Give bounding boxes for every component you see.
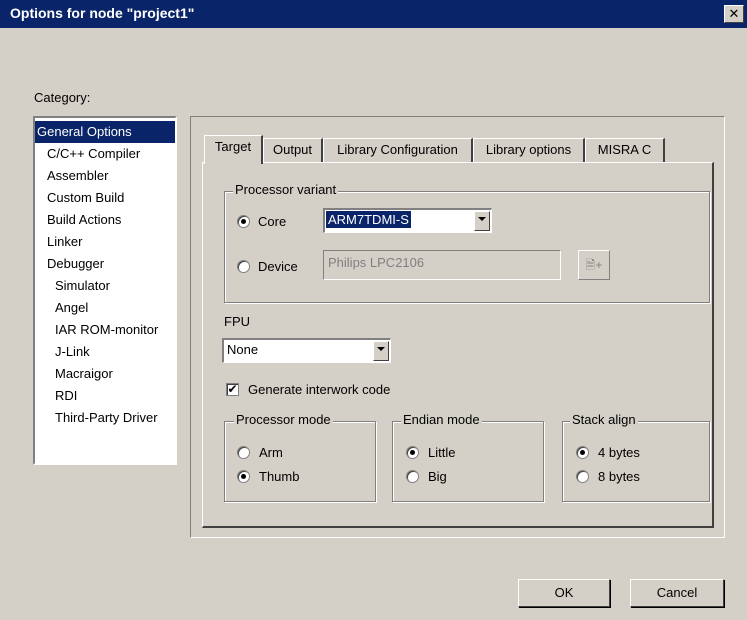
- category-item-linker[interactable]: Linker: [35, 231, 175, 253]
- interwork-label: Generate interwork code: [248, 382, 391, 397]
- processor-variant-legend: Processor variant: [233, 182, 339, 197]
- category-item-debugger[interactable]: Debugger: [35, 253, 175, 275]
- 4-bytes-radio[interactable]: [576, 446, 589, 459]
- thumb-label: Thumb: [259, 469, 300, 484]
- core-select[interactable]: ARM7TDMI-S: [323, 208, 492, 233]
- big-radio[interactable]: [406, 470, 419, 483]
- endian-mode-group: [392, 421, 544, 502]
- device-radio[interactable]: [237, 260, 250, 273]
- thumb-radio[interactable]: [237, 470, 250, 483]
- category-item-c-compiler[interactable]: C/C++ Compiler: [35, 143, 175, 165]
- category-item-rdi[interactable]: RDI: [35, 385, 175, 407]
- cancel-button[interactable]: Cancel: [630, 579, 724, 607]
- category-item-custom-build[interactable]: Custom Build: [35, 187, 175, 209]
- big-label: Big: [428, 469, 447, 484]
- tab-target[interactable]: Target: [204, 135, 263, 164]
- tab-library-configuration[interactable]: Library Configuration: [323, 138, 473, 162]
- chevron-down-icon[interactable]: [373, 341, 389, 361]
- core-radio[interactable]: [237, 215, 250, 228]
- category-item-j-link[interactable]: J-Link: [35, 341, 175, 363]
- fpu-select[interactable]: None: [222, 338, 391, 363]
- tab-output[interactable]: Output: [263, 138, 323, 162]
- fpu-label: FPU: [224, 314, 250, 329]
- close-button[interactable]: ✕: [724, 5, 744, 23]
- little-label: Little: [428, 445, 456, 460]
- arm-radio[interactable]: [237, 446, 250, 459]
- device-field: Philips LPC2106: [323, 250, 561, 280]
- category-item-macraigor[interactable]: Macraigor: [35, 363, 175, 385]
- processor-mode-legend: Processor mode: [234, 412, 333, 427]
- core-select-value: ARM7TDMI-S: [326, 211, 411, 228]
- stack-align-group: [562, 421, 710, 502]
- stack-align-legend: Stack align: [570, 412, 638, 427]
- category-item-iar-rom-monitor[interactable]: IAR ROM-monitor: [35, 319, 175, 341]
- 4-bytes-label: 4 bytes: [598, 445, 640, 460]
- device-select-button: 🗎+: [578, 250, 610, 280]
- device-label: Device: [258, 259, 298, 274]
- category-item-third-party-driver[interactable]: Third-Party Driver: [35, 407, 175, 429]
- category-label: Category:: [34, 90, 91, 105]
- category-item-assembler[interactable]: Assembler: [35, 165, 175, 187]
- category-item-angel[interactable]: Angel: [35, 297, 175, 319]
- category-list[interactable]: General Options C/C++ Compiler Assembler…: [33, 116, 177, 465]
- endian-mode-legend: Endian mode: [401, 412, 482, 427]
- window-title: Options for node "project1": [10, 5, 195, 21]
- fpu-select-value: None: [227, 342, 259, 357]
- tab-misra-c[interactable]: MISRA C: [585, 138, 665, 162]
- core-label: Core: [258, 214, 287, 229]
- processor-mode-group: [224, 421, 376, 502]
- tab-library-options[interactable]: Library options: [473, 138, 585, 162]
- category-item-simulator[interactable]: Simulator: [35, 275, 175, 297]
- ok-button[interactable]: OK: [518, 579, 610, 607]
- 8-bytes-radio[interactable]: [576, 470, 589, 483]
- category-item-general-options[interactable]: General Options: [35, 121, 175, 143]
- interwork-checkbox[interactable]: ✔: [226, 383, 239, 396]
- 8-bytes-label: 8 bytes: [598, 469, 640, 484]
- category-item-build-actions[interactable]: Build Actions: [35, 209, 175, 231]
- close-icon: ✕: [728, 6, 740, 21]
- device-field-value: Philips LPC2106: [328, 255, 425, 270]
- arm-label: Arm: [259, 445, 283, 460]
- chevron-down-icon[interactable]: [474, 211, 490, 231]
- little-radio[interactable]: [406, 446, 419, 459]
- device-list-icon: 🗎+: [585, 258, 603, 272]
